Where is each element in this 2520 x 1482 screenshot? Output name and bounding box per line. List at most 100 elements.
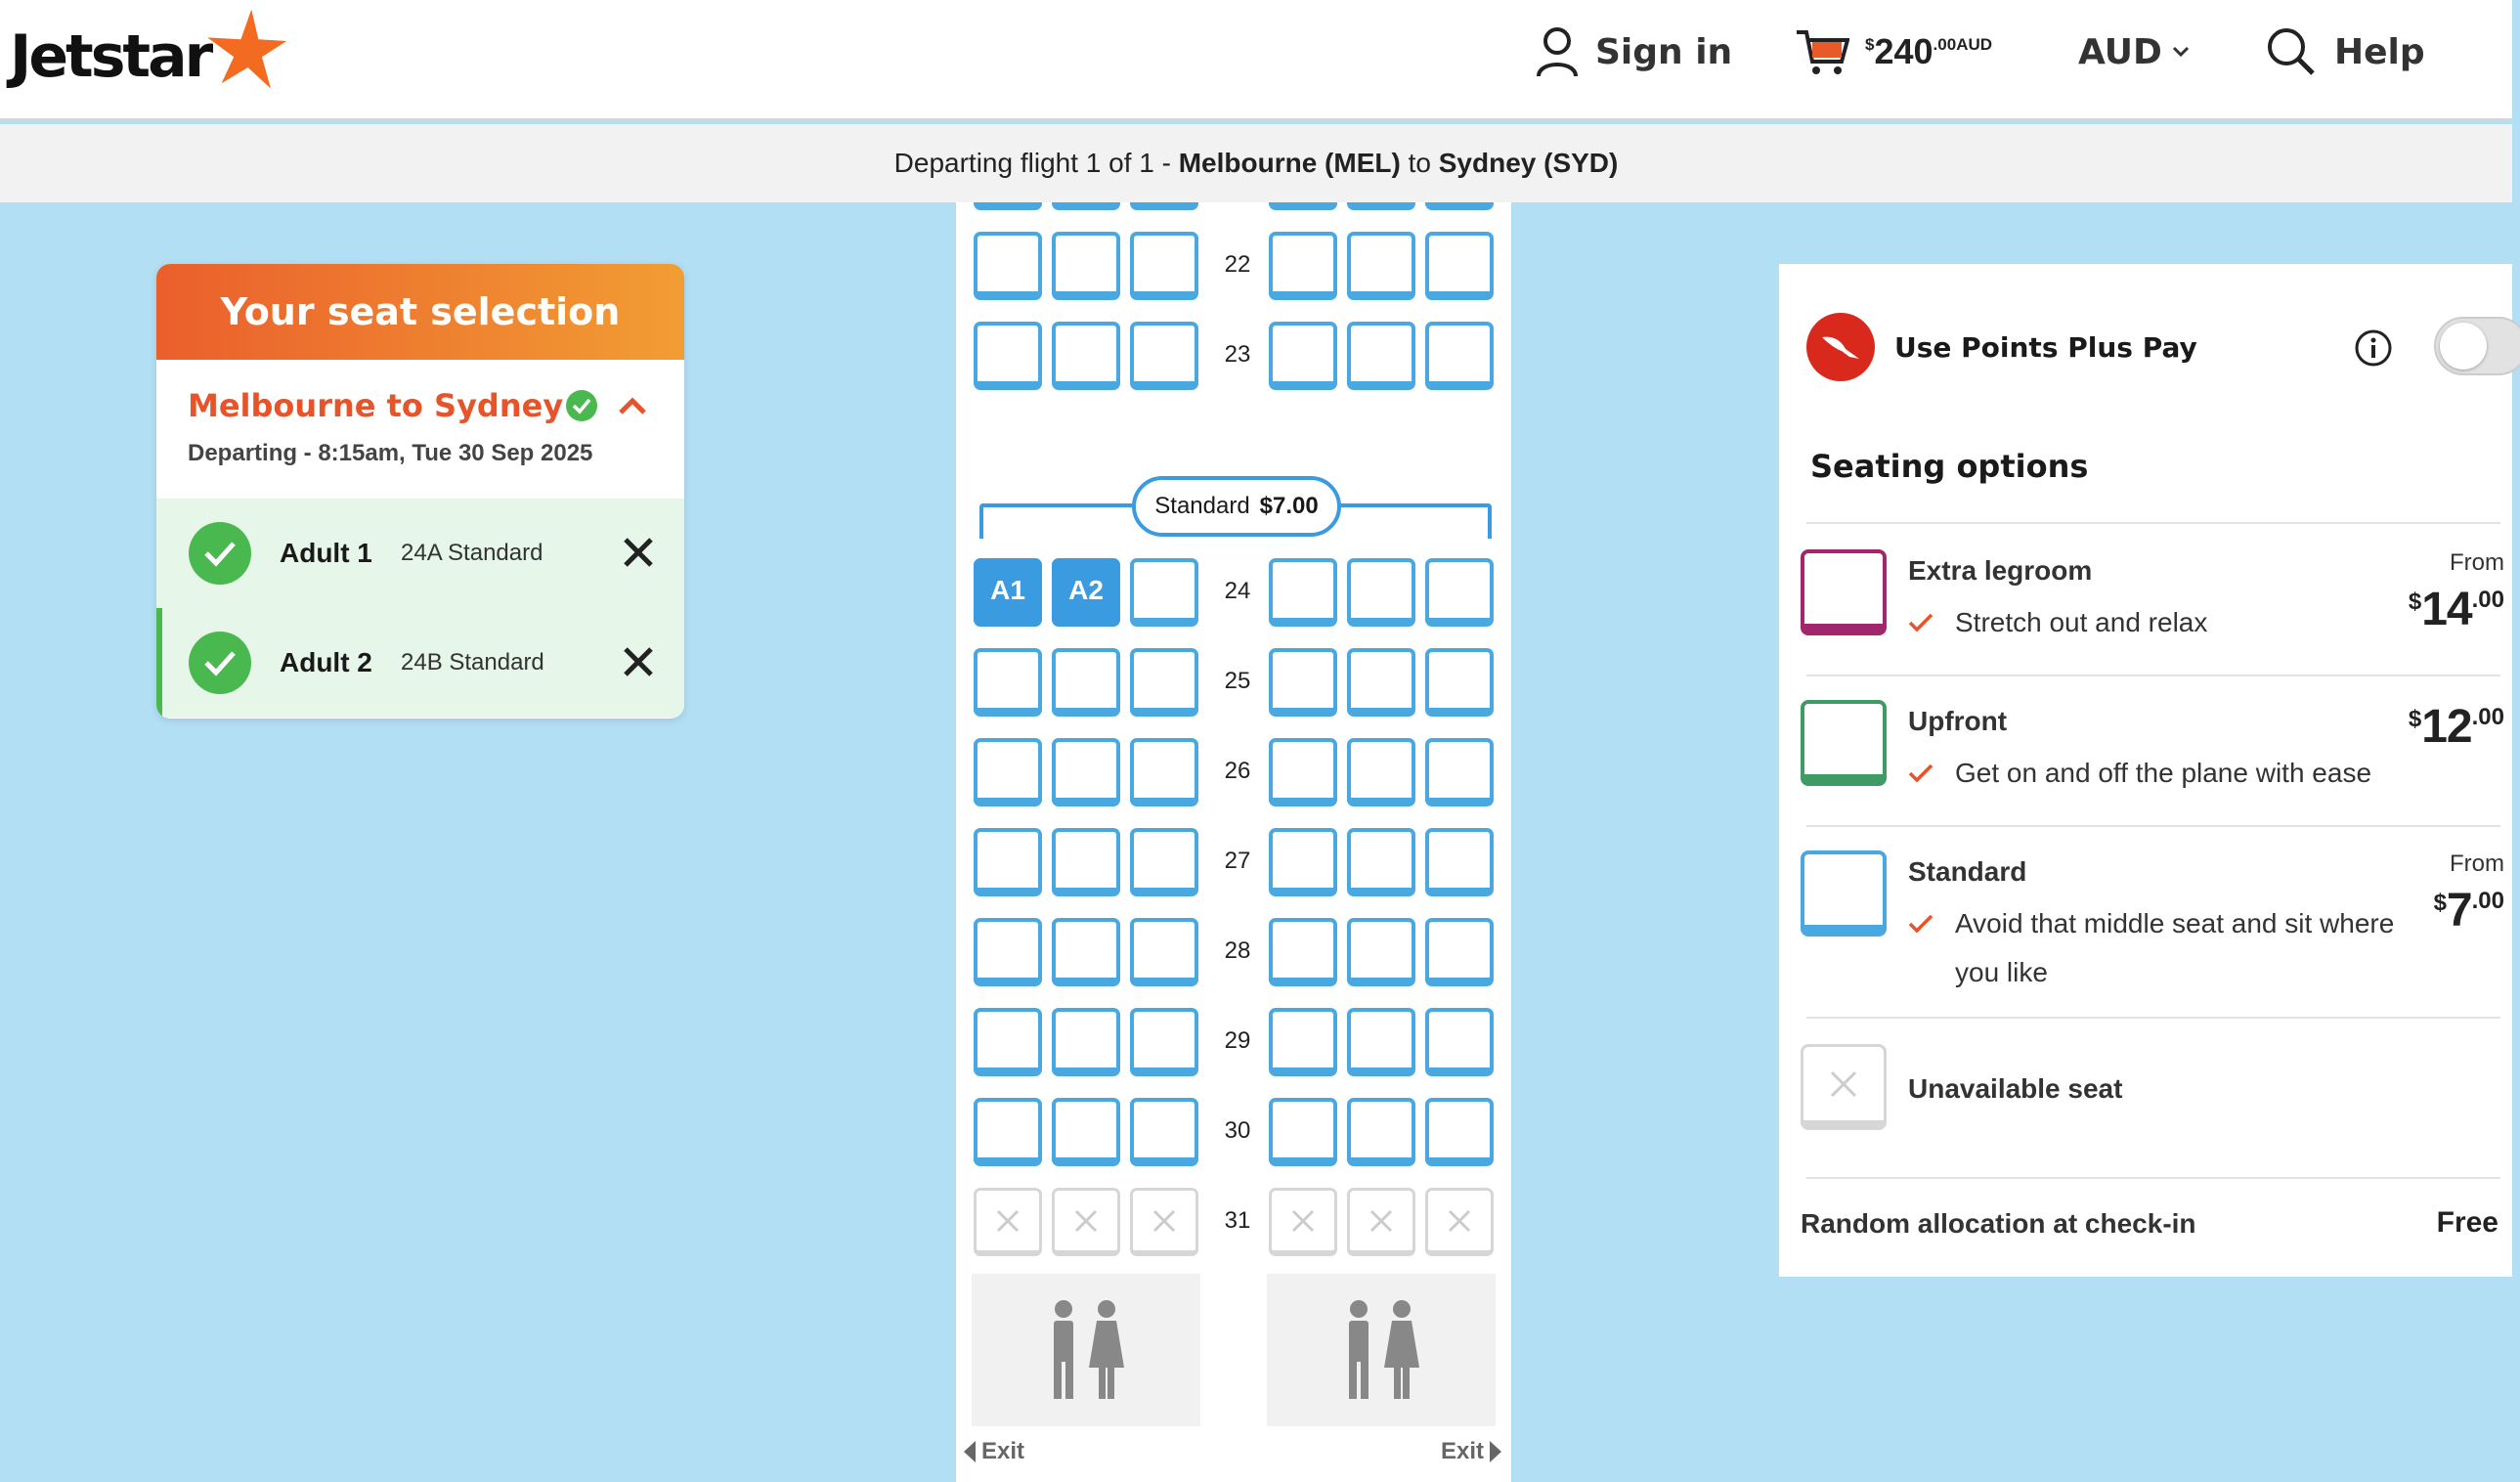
option-upfront: Upfront Get on and off the plane with ea… xyxy=(1801,700,2504,817)
seat-21B[interactable] xyxy=(1052,202,1120,210)
seat-28E[interactable] xyxy=(1347,918,1415,986)
seat-30B[interactable] xyxy=(1052,1098,1120,1166)
seat-22B[interactable] xyxy=(1052,232,1120,300)
seat-25E[interactable] xyxy=(1347,648,1415,717)
destination: Sydney (SYD) xyxy=(1438,148,1619,178)
seat-25B[interactable] xyxy=(1052,648,1120,717)
cart-total: $ 240 .00 AUD xyxy=(1865,31,1992,72)
passenger-row[interactable]: Adult 1 24A Standard xyxy=(156,499,684,608)
seat-30E[interactable] xyxy=(1347,1098,1415,1166)
seat-26F[interactable] xyxy=(1425,738,1494,806)
user-icon xyxy=(1537,27,1578,77)
seat-26B[interactable] xyxy=(1052,738,1120,806)
chevron-up-icon[interactable] xyxy=(616,389,649,422)
seat-30A[interactable] xyxy=(974,1098,1042,1166)
seat-23B[interactable] xyxy=(1052,322,1120,390)
option-standard: Standard Avoid that middle seat and sit … xyxy=(1801,850,2504,1007)
close-icon[interactable] xyxy=(622,536,655,569)
seat-29E[interactable] xyxy=(1347,1008,1415,1076)
seat-23E[interactable] xyxy=(1347,322,1415,390)
seat-25A[interactable] xyxy=(974,648,1042,717)
seat-21E[interactable] xyxy=(1347,202,1415,210)
seat-24C[interactable] xyxy=(1130,558,1198,627)
seat-29F[interactable] xyxy=(1425,1008,1494,1076)
info-icon[interactable] xyxy=(2354,328,2393,368)
seat-25C[interactable] xyxy=(1130,648,1198,717)
seat-28A[interactable] xyxy=(974,918,1042,986)
flight-count: Departing flight 1 of 1 xyxy=(893,148,1154,178)
upfront-swatch xyxy=(1801,700,1887,786)
seat-21C[interactable] xyxy=(1130,202,1198,210)
logo-text: Jetstar xyxy=(10,22,213,91)
chevron-down-icon xyxy=(2172,46,2189,58)
passenger-seat: 24A Standard xyxy=(401,540,543,566)
cart-currency: AUD xyxy=(1956,35,1993,54)
seat-21F[interactable] xyxy=(1425,202,1494,210)
random-allocation-label: Random allocation at check-in xyxy=(1801,1208,2196,1239)
passenger-row[interactable]: Adult 2 24B Standard xyxy=(156,608,684,718)
seat-22D[interactable] xyxy=(1269,232,1337,300)
seat-26E[interactable] xyxy=(1347,738,1415,806)
seat-31E xyxy=(1347,1188,1415,1256)
route-section[interactable]: Melbourne to Sydney Departing - 8:15am, … xyxy=(156,360,684,499)
seat-28B[interactable] xyxy=(1052,918,1120,986)
seat-23C[interactable] xyxy=(1130,322,1198,390)
currency-selector[interactable]: AUD xyxy=(2078,25,2190,78)
help-button[interactable]: Help xyxy=(2266,25,2425,78)
row-number: 28 xyxy=(1224,937,1251,964)
sign-in-button[interactable]: Sign in xyxy=(1533,25,1732,78)
seat-29B[interactable] xyxy=(1052,1008,1120,1076)
seat-21D[interactable] xyxy=(1269,202,1337,210)
jetstar-logo[interactable]: Jetstar xyxy=(10,9,288,96)
seat-24B[interactable]: A2 xyxy=(1052,558,1120,627)
seat-27E[interactable] xyxy=(1347,828,1415,896)
help-label: Help xyxy=(2334,31,2425,72)
points-plus-pay-label: Use Points Plus Pay xyxy=(1894,330,2197,364)
cart-icon xyxy=(1797,30,1849,74)
check-icon xyxy=(1908,763,1933,783)
seat-25F[interactable] xyxy=(1425,648,1494,717)
seat-26D[interactable] xyxy=(1269,738,1337,806)
seat-27A[interactable] xyxy=(974,828,1042,896)
seat-28F[interactable] xyxy=(1425,918,1494,986)
seat-27D[interactable] xyxy=(1269,828,1337,896)
seat-23A[interactable] xyxy=(974,322,1042,390)
seat-22A[interactable] xyxy=(974,232,1042,300)
divider xyxy=(1806,1177,2500,1179)
seat-29A[interactable] xyxy=(974,1008,1042,1076)
seat-26A[interactable] xyxy=(974,738,1042,806)
seat-24E[interactable] xyxy=(1347,558,1415,627)
check-circle-icon xyxy=(566,390,597,421)
seat-27C[interactable] xyxy=(1130,828,1198,896)
seating-options-title: Seating options xyxy=(1810,448,2089,485)
passenger-name: Adult 1 xyxy=(280,538,372,568)
seat-23D[interactable] xyxy=(1269,322,1337,390)
close-icon xyxy=(1291,1209,1315,1232)
seat-30D[interactable] xyxy=(1269,1098,1337,1166)
seat-30C[interactable] xyxy=(1130,1098,1198,1166)
cart-button[interactable]: $ 240 .00 AUD xyxy=(1795,25,1992,78)
seat-31C xyxy=(1130,1188,1198,1256)
seat-21A[interactable] xyxy=(974,202,1042,210)
seat-27B[interactable] xyxy=(1052,828,1120,896)
seat-30F[interactable] xyxy=(1425,1098,1494,1166)
currency-label: AUD xyxy=(2078,31,2162,72)
seat-24D[interactable] xyxy=(1269,558,1337,627)
seat-24F[interactable] xyxy=(1425,558,1494,627)
seat-22F[interactable] xyxy=(1425,232,1494,300)
row-number: 22 xyxy=(1224,251,1251,278)
seat-27F[interactable] xyxy=(1425,828,1494,896)
seat-29D[interactable] xyxy=(1269,1008,1337,1076)
cart-amount: 240 xyxy=(1874,31,1933,71)
seat-29C[interactable] xyxy=(1130,1008,1198,1076)
points-plus-pay-toggle[interactable] xyxy=(2434,317,2520,375)
seat-22E[interactable] xyxy=(1347,232,1415,300)
seat-26C[interactable] xyxy=(1130,738,1198,806)
seat-28C[interactable] xyxy=(1130,918,1198,986)
seat-23F[interactable] xyxy=(1425,322,1494,390)
seat-25D[interactable] xyxy=(1269,648,1337,717)
seat-28D[interactable] xyxy=(1269,918,1337,986)
seat-24A[interactable]: A1 xyxy=(974,558,1042,627)
seat-22C[interactable] xyxy=(1130,232,1198,300)
close-icon[interactable] xyxy=(622,645,655,678)
